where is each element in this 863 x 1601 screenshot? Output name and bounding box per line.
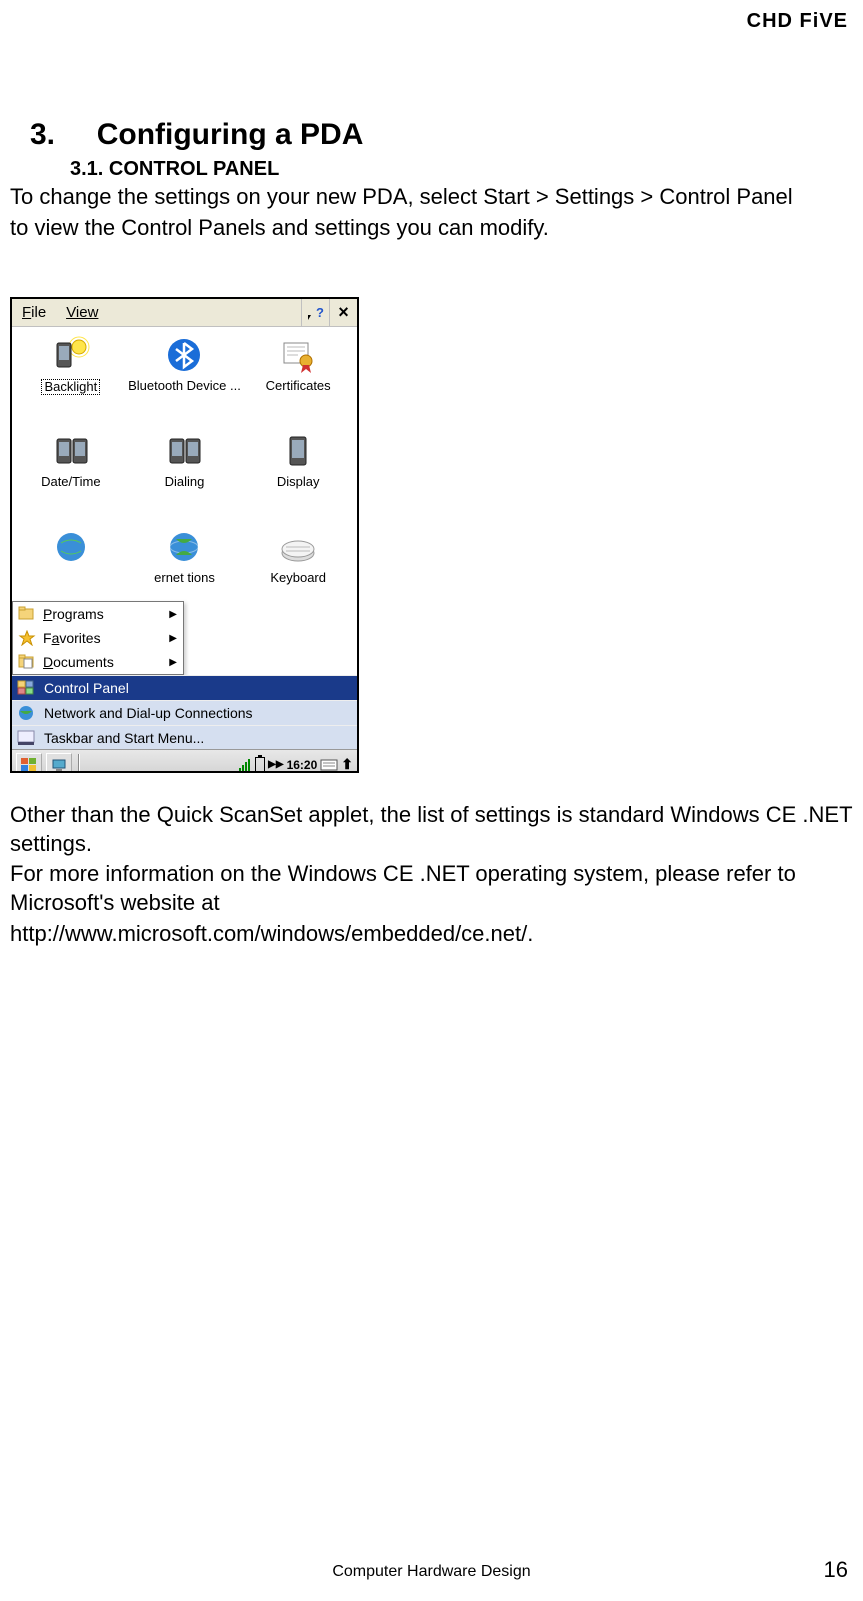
- sip-icon[interactable]: [320, 757, 338, 772]
- svg-text:?: ?: [316, 305, 324, 320]
- battery-icon: [255, 757, 265, 772]
- cp-label: Backlight: [41, 379, 100, 395]
- cp-item-bluetooth[interactable]: Bluetooth Device ...: [128, 333, 242, 425]
- pda-screenshot: File View ? ×: [10, 297, 359, 773]
- chevron-right-icon: ▶: [169, 609, 177, 620]
- body-para-2a: Other than the Quick ScanSet applet, the…: [10, 801, 853, 858]
- bluetooth-icon: [162, 333, 206, 377]
- cp-item-backlight[interactable]: Backlight: [14, 333, 128, 425]
- control-panel-grid: Backlight Bluetooth Device ...: [12, 327, 357, 617]
- body-para-2c: http://www.microsoft.com/windows/embedde…: [10, 920, 853, 949]
- globe-icon: [162, 525, 206, 569]
- documents-icon: [17, 653, 37, 671]
- system-tray: ▶▶ 16:20 ⬆: [238, 756, 353, 771]
- subsection-title-first: C: [109, 158, 123, 180]
- taskbar: ▶▶ 16:20 ⬆: [12, 749, 357, 771]
- cp-label: Bluetooth Device ...: [128, 379, 241, 393]
- section-title: Configuring a PDA: [97, 118, 364, 151]
- body-para-2b: For more information on the Windows CE .…: [10, 860, 853, 917]
- taskbar-clock[interactable]: 16:20: [287, 758, 318, 772]
- start-taskbar-menu[interactable]: Taskbar and Start Menu...: [12, 725, 357, 750]
- subsection-heading: 3.1. CONTROL PANEL: [70, 158, 853, 181]
- submenu-documents[interactable]: Documents ▶: [13, 650, 183, 674]
- subsection-title-rest: ONTROL PANEL: [123, 158, 279, 180]
- submenu-favorites[interactable]: Favorites ▶: [13, 626, 183, 650]
- keyboard-icon: [276, 525, 320, 569]
- dialing-icon: [162, 429, 206, 473]
- tray-arrows-icon: ▶▶: [268, 759, 283, 770]
- cp-label: ernet tions: [154, 571, 215, 585]
- cp-label: Display: [277, 475, 320, 489]
- start-item-label: Network and Dial-up Connections: [44, 705, 253, 721]
- cp-label: Date/Time: [41, 475, 100, 489]
- cp-label: Dialing: [165, 475, 205, 489]
- close-icon: ×: [338, 302, 349, 323]
- page-number: 16: [824, 1557, 848, 1583]
- cp-item-certificates[interactable]: Certificates: [241, 333, 355, 425]
- pda-client-area: Backlight Bluetooth Device ...: [12, 327, 357, 771]
- favorites-icon: [17, 629, 37, 647]
- tray-up-arrow-icon[interactable]: ⬆: [341, 756, 353, 771]
- datetime-icon: [49, 429, 93, 473]
- start-menu: Control Panel Network and Dial-up Connec…: [12, 675, 357, 750]
- start-network[interactable]: Network and Dial-up Connections: [12, 700, 357, 725]
- programs-icon: [17, 605, 37, 623]
- start-submenu: Programs ▶ Favorites ▶ Documents ▶: [12, 601, 184, 675]
- start-item-label: Taskbar and Start Menu...: [44, 730, 204, 746]
- cp-label: Keyboard: [270, 571, 326, 585]
- menu-file[interactable]: File: [12, 300, 56, 325]
- network-icon: [16, 704, 36, 722]
- help-button[interactable]: ?: [301, 299, 329, 326]
- windows-flag-icon: [20, 757, 38, 772]
- start-control-panel[interactable]: Control Panel: [12, 675, 357, 700]
- taskbar-icon: [16, 729, 36, 747]
- signal-icon: [238, 758, 252, 772]
- section-number: 3.: [30, 118, 55, 151]
- page-header-brand: CHD FiVE: [10, 10, 853, 33]
- cp-item-display[interactable]: Display: [241, 429, 355, 521]
- menubar: File View ? ×: [12, 299, 357, 327]
- desktop-icon: [51, 758, 67, 772]
- chevron-right-icon: ▶: [169, 657, 177, 668]
- display-icon: [276, 429, 320, 473]
- taskbar-separator: [78, 754, 80, 772]
- cp-item-datetime[interactable]: Date/Time: [14, 429, 128, 521]
- section-heading: 3. Configuring a PDA: [30, 118, 853, 152]
- subsection-number: 3.1.: [70, 158, 103, 180]
- menu-view[interactable]: View: [56, 300, 108, 325]
- cp-item-dialing[interactable]: Dialing: [128, 429, 242, 521]
- body-para-1a: To change the settings on your new PDA, …: [10, 183, 853, 212]
- control-panel-icon: [16, 679, 36, 697]
- page-footer: Computer Hardware Design: [0, 1563, 863, 1581]
- globe-icon: [49, 525, 93, 569]
- cp-item-keyboard[interactable]: Keyboard: [241, 525, 355, 617]
- taskbar-desktop-button[interactable]: [46, 753, 72, 772]
- body-para-1b: to view the Control Panels and settings …: [10, 214, 853, 243]
- close-button[interactable]: ×: [329, 299, 357, 326]
- certificates-icon: [276, 333, 320, 377]
- submenu-programs[interactable]: Programs ▶: [13, 602, 183, 626]
- help-icon: ?: [307, 305, 325, 321]
- cp-label: Certificates: [266, 379, 331, 393]
- start-button[interactable]: [16, 753, 42, 772]
- backlight-icon: [49, 333, 93, 377]
- start-item-label: Control Panel: [44, 680, 129, 696]
- chevron-right-icon: ▶: [169, 633, 177, 644]
